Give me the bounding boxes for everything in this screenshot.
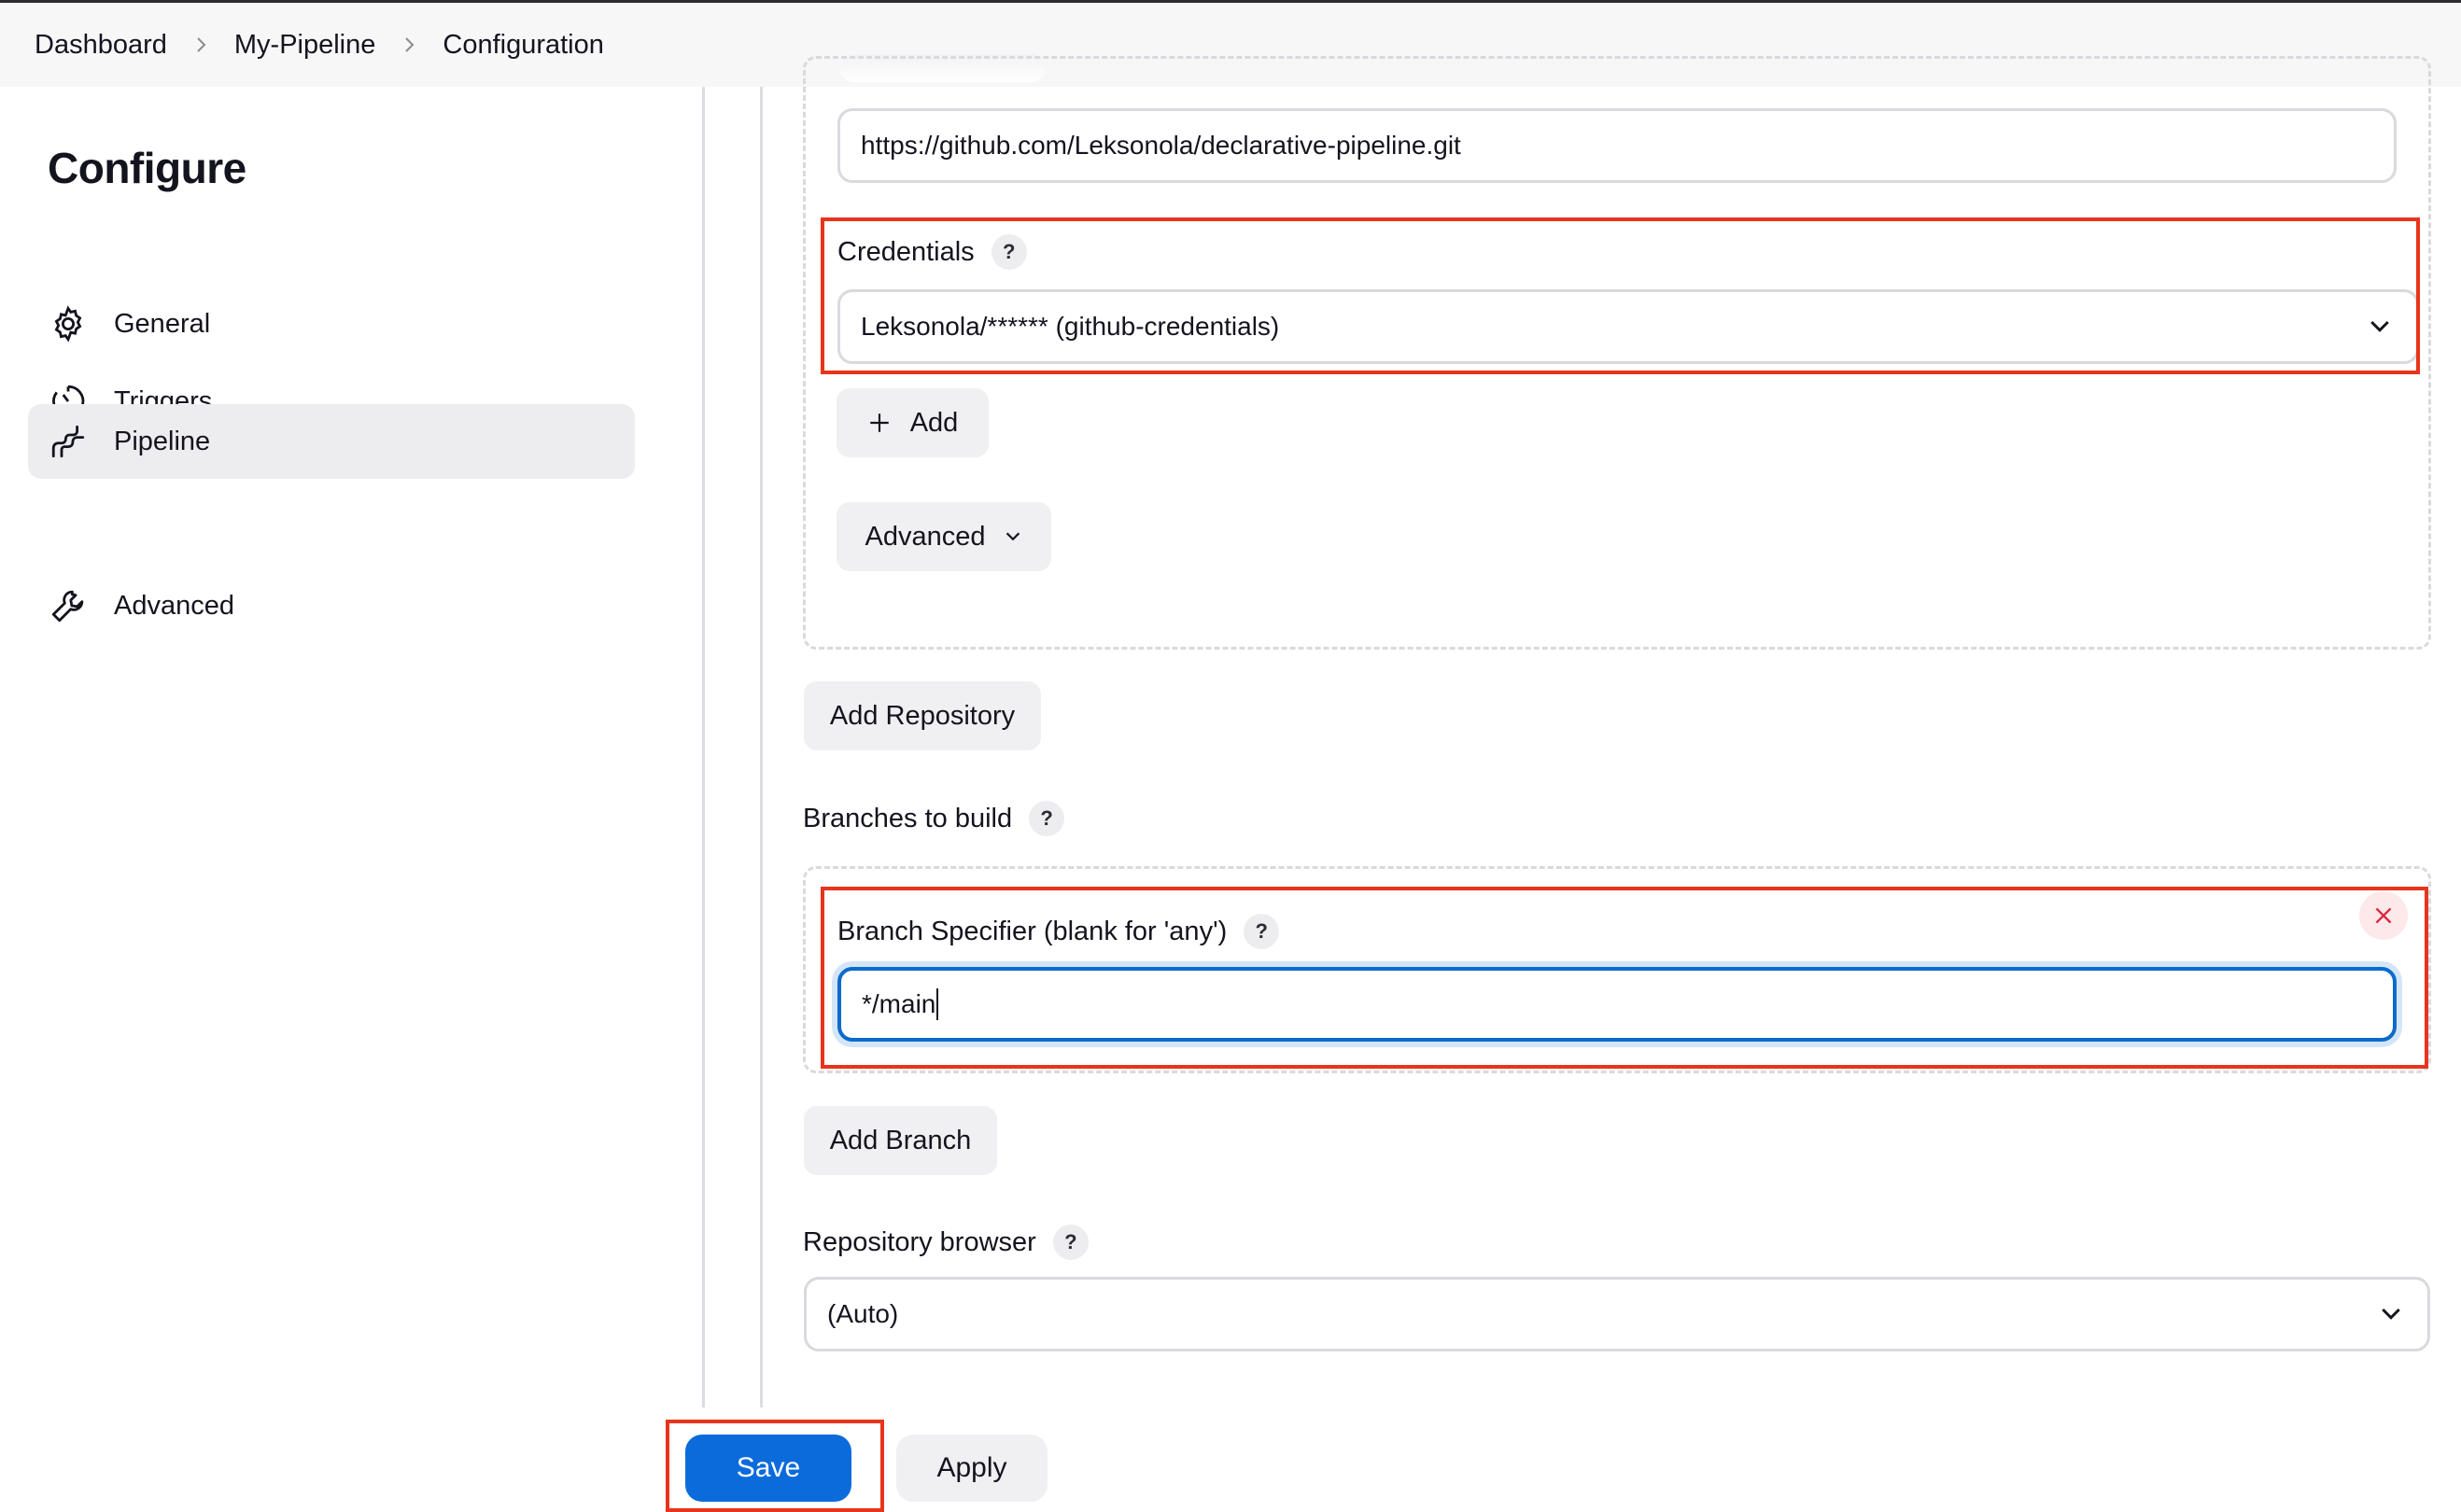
highlight-box <box>821 217 2420 374</box>
add-branch-button[interactable]: Add Branch <box>804 1106 997 1175</box>
plus-icon <box>869 413 889 432</box>
branches-label-text: Branches to build <box>803 803 1013 833</box>
sidebar-item-label: Advanced <box>114 590 234 621</box>
wrench-icon <box>49 586 88 625</box>
breadcrumb-dashboard[interactable]: Dashboard <box>35 30 167 61</box>
chevron-down-icon <box>1005 532 1020 541</box>
chevron-right-icon <box>400 35 418 54</box>
help-icon[interactable]: ? <box>1052 1225 1089 1260</box>
sidebar-title: Configure <box>48 144 246 192</box>
repository-browser-label-text: Repository browser <box>803 1226 1036 1257</box>
highlight-box <box>666 1420 884 1512</box>
advanced-label: Advanced <box>865 521 986 552</box>
apply-button[interactable]: Apply <box>896 1435 1048 1502</box>
sidebar-item-general[interactable]: General <box>28 287 635 361</box>
add-repository-button[interactable]: Add Repository <box>804 681 1041 750</box>
pipeline-icon <box>49 422 88 461</box>
repository-browser-select[interactable]: (Auto) <box>804 1277 2430 1351</box>
chevron-down-icon <box>2382 1308 2400 1320</box>
gear-icon <box>49 304 88 343</box>
sidebar-item-pipeline[interactable]: Pipeline <box>28 404 635 479</box>
repository-url-input[interactable]: https://github.com/Leksonola/declarative… <box>837 108 2397 183</box>
repository-browser-label: Repository browser ? <box>803 1225 1089 1260</box>
breadcrumb-configuration[interactable]: Configuration <box>443 30 604 61</box>
sidebar-item-advanced[interactable]: Advanced <box>28 568 635 643</box>
divider <box>702 87 705 1407</box>
branches-label: Branches to build ? <box>803 801 1065 836</box>
repository-browser-value: (Auto) <box>827 1299 899 1328</box>
breadcrumb-my-pipeline[interactable]: My-Pipeline <box>234 30 376 61</box>
add-credentials-label: Add <box>909 407 959 438</box>
add-credentials-button[interactable]: Add <box>837 388 989 457</box>
sidebar-item-label: Pipeline <box>114 426 211 456</box>
help-icon[interactable]: ? <box>1029 801 1065 836</box>
advanced-button[interactable]: Advanced <box>837 502 1051 571</box>
divider <box>760 87 763 1407</box>
sidebar: Configure General Triggers Pipeline Adva… <box>0 87 703 1412</box>
chevron-right-icon <box>191 35 210 54</box>
highlight-box <box>821 887 2428 1069</box>
sidebar-item-label: General <box>114 308 211 339</box>
